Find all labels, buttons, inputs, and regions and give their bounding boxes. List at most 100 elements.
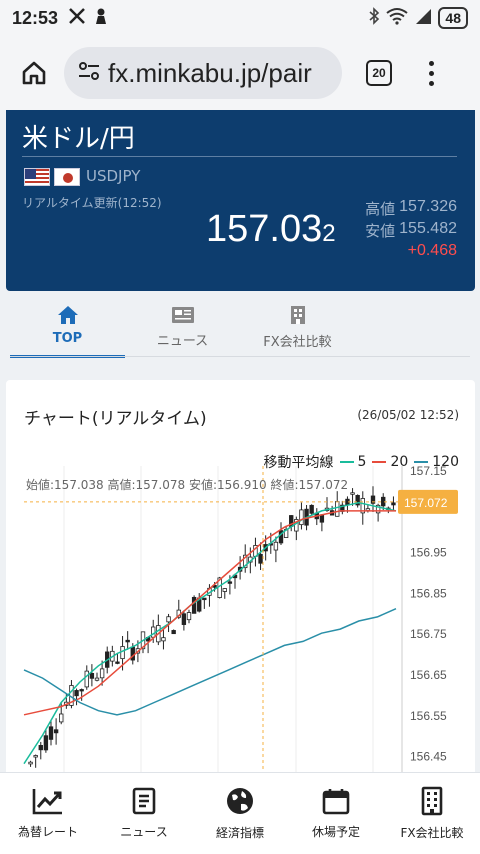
current-price-tag-label: 157.072 bbox=[404, 496, 448, 510]
wifi-icon bbox=[386, 7, 409, 30]
nav-label: 経済指標 bbox=[215, 826, 264, 840]
candle-body bbox=[350, 492, 355, 495]
bluetooth-icon bbox=[368, 6, 380, 30]
newspaper-icon bbox=[171, 306, 194, 323]
candle-body bbox=[74, 690, 79, 697]
candle-body bbox=[84, 670, 89, 688]
candle-body bbox=[48, 726, 54, 740]
candle-body bbox=[186, 612, 192, 621]
chart-legend: 移動平均線 5 20 120 bbox=[264, 452, 459, 472]
candle-body bbox=[120, 646, 125, 660]
candle-body bbox=[125, 639, 130, 643]
person-notification-icon bbox=[94, 7, 108, 30]
document-icon bbox=[132, 787, 156, 815]
price-change: +0.468 bbox=[407, 242, 457, 259]
y-tick-label: 156.95 bbox=[410, 546, 447, 560]
high-value: 157.326 bbox=[399, 198, 457, 215]
candle-body bbox=[258, 553, 263, 564]
chart-card: チャート(リアルタイム) (26/05/02 12:52) 157.15 156.… bbox=[6, 380, 475, 780]
tab-switcher-button[interactable]: 20 bbox=[366, 60, 392, 86]
candle-body bbox=[171, 630, 176, 635]
jp-flag-icon bbox=[54, 168, 80, 186]
home-icon bbox=[57, 306, 78, 324]
candle-body bbox=[33, 755, 38, 758]
candlestick-chart[interactable]: 157.15156.95156.85156.75156.65156.55156.… bbox=[6, 450, 475, 780]
legend-item-ma5: 5 bbox=[339, 454, 366, 470]
globe-icon bbox=[227, 788, 253, 814]
y-tick-label: 156.45 bbox=[410, 750, 447, 764]
nav-news[interactable]: ニュース bbox=[96, 773, 192, 854]
nav-label: 為替レート bbox=[17, 825, 78, 839]
candle-body bbox=[99, 668, 105, 679]
candle-body bbox=[115, 661, 120, 664]
candle-body bbox=[53, 729, 59, 734]
tabs-divider bbox=[10, 356, 470, 357]
candle-body bbox=[202, 597, 207, 601]
tab-fx-comparison[interactable]: FX会社比較 bbox=[240, 296, 355, 358]
legend-item-ma120: 120 bbox=[414, 454, 459, 470]
price-last-digit: 2 bbox=[322, 220, 336, 247]
currency-flags bbox=[24, 168, 80, 186]
candle-body bbox=[391, 502, 396, 506]
y-tick-label: 156.75 bbox=[410, 627, 447, 641]
candle-body bbox=[59, 713, 64, 723]
home-icon bbox=[22, 61, 46, 85]
browser-toolbar: fx.minkabu.jp/pair 20 bbox=[0, 36, 480, 110]
y-tick-label: 156.55 bbox=[410, 709, 447, 723]
tab-news[interactable]: ニュース bbox=[125, 296, 240, 358]
price-main: 157.03 bbox=[206, 208, 323, 250]
ohlc-readout: 始値:157.038 高値:157.078 安値:156.910 終値:157.… bbox=[26, 478, 349, 492]
calendar-icon bbox=[322, 789, 350, 815]
chart-datetime: (26/05/02 12:52) bbox=[357, 408, 459, 422]
nav-exchange-rate[interactable]: 為替レート bbox=[0, 773, 96, 854]
tab-label: FX会社比較 bbox=[263, 334, 332, 350]
pair-symbol: USDJPY bbox=[86, 167, 141, 185]
candle-body bbox=[319, 514, 325, 523]
ma-line-5 bbox=[23, 501, 397, 765]
url-bar[interactable]: fx.minkabu.jp/pair bbox=[64, 47, 342, 99]
candle-body bbox=[161, 637, 166, 642]
candle-body bbox=[94, 677, 100, 681]
high-price-row: 高値 157.326 bbox=[365, 198, 457, 219]
high-label: 高値 bbox=[365, 200, 396, 218]
nav-economic-indicators[interactable]: 経済指標 bbox=[192, 773, 288, 854]
candle-body bbox=[309, 504, 314, 514]
tab-label: ニュース bbox=[156, 333, 209, 349]
nav-fx-comparison[interactable]: FX会社比較 bbox=[384, 773, 480, 854]
candle-body bbox=[299, 509, 304, 526]
legend-label: 移動平均線 bbox=[263, 455, 334, 471]
status-bar: 12:53 48 bbox=[0, 0, 480, 36]
tab-top[interactable]: TOP bbox=[10, 296, 125, 358]
browser-menu-button[interactable] bbox=[426, 60, 436, 86]
y-tick-label: 156.85 bbox=[410, 586, 447, 600]
candle-body bbox=[166, 616, 171, 623]
candle-body bbox=[273, 541, 279, 551]
url-text: fx.minkabu.jp/pair bbox=[108, 57, 312, 88]
ma-line-20 bbox=[23, 510, 396, 716]
candle-body bbox=[335, 501, 340, 517]
site-settings-icon[interactable] bbox=[78, 62, 100, 84]
update-time: リアルタイム更新(12:52) bbox=[22, 196, 162, 210]
nav-label: FX会社比較 bbox=[400, 826, 464, 840]
nav-label: ニュース bbox=[120, 825, 168, 839]
rate-card: 米ドル/円 USDJPY リアルタイム更新(12:52) 157.032 高値 … bbox=[6, 110, 475, 291]
candle-body bbox=[222, 588, 227, 592]
nav-holidays[interactable]: 休場予定 bbox=[288, 773, 384, 854]
building-icon bbox=[421, 786, 443, 816]
bottom-navigation: 為替レート ニュース 経済指標 休場予定 FX会社比較 bbox=[0, 772, 480, 854]
low-value: 155.482 bbox=[399, 220, 457, 237]
candle-body bbox=[79, 689, 84, 692]
candle-body bbox=[28, 761, 33, 765]
nav-label: 休場予定 bbox=[311, 825, 360, 839]
candle-body bbox=[191, 596, 197, 614]
candle-body bbox=[89, 673, 95, 679]
candle-body bbox=[181, 613, 187, 625]
section-tabs: TOP ニュース FX会社比較 bbox=[10, 296, 470, 358]
candle-body bbox=[227, 581, 233, 584]
status-time: 12:53 bbox=[12, 7, 59, 28]
signal-icon bbox=[414, 7, 432, 30]
low-price-row: 安値 155.482 bbox=[365, 220, 457, 241]
home-button[interactable] bbox=[12, 51, 56, 95]
candle-body bbox=[43, 735, 49, 751]
low-label: 安値 bbox=[365, 222, 396, 240]
